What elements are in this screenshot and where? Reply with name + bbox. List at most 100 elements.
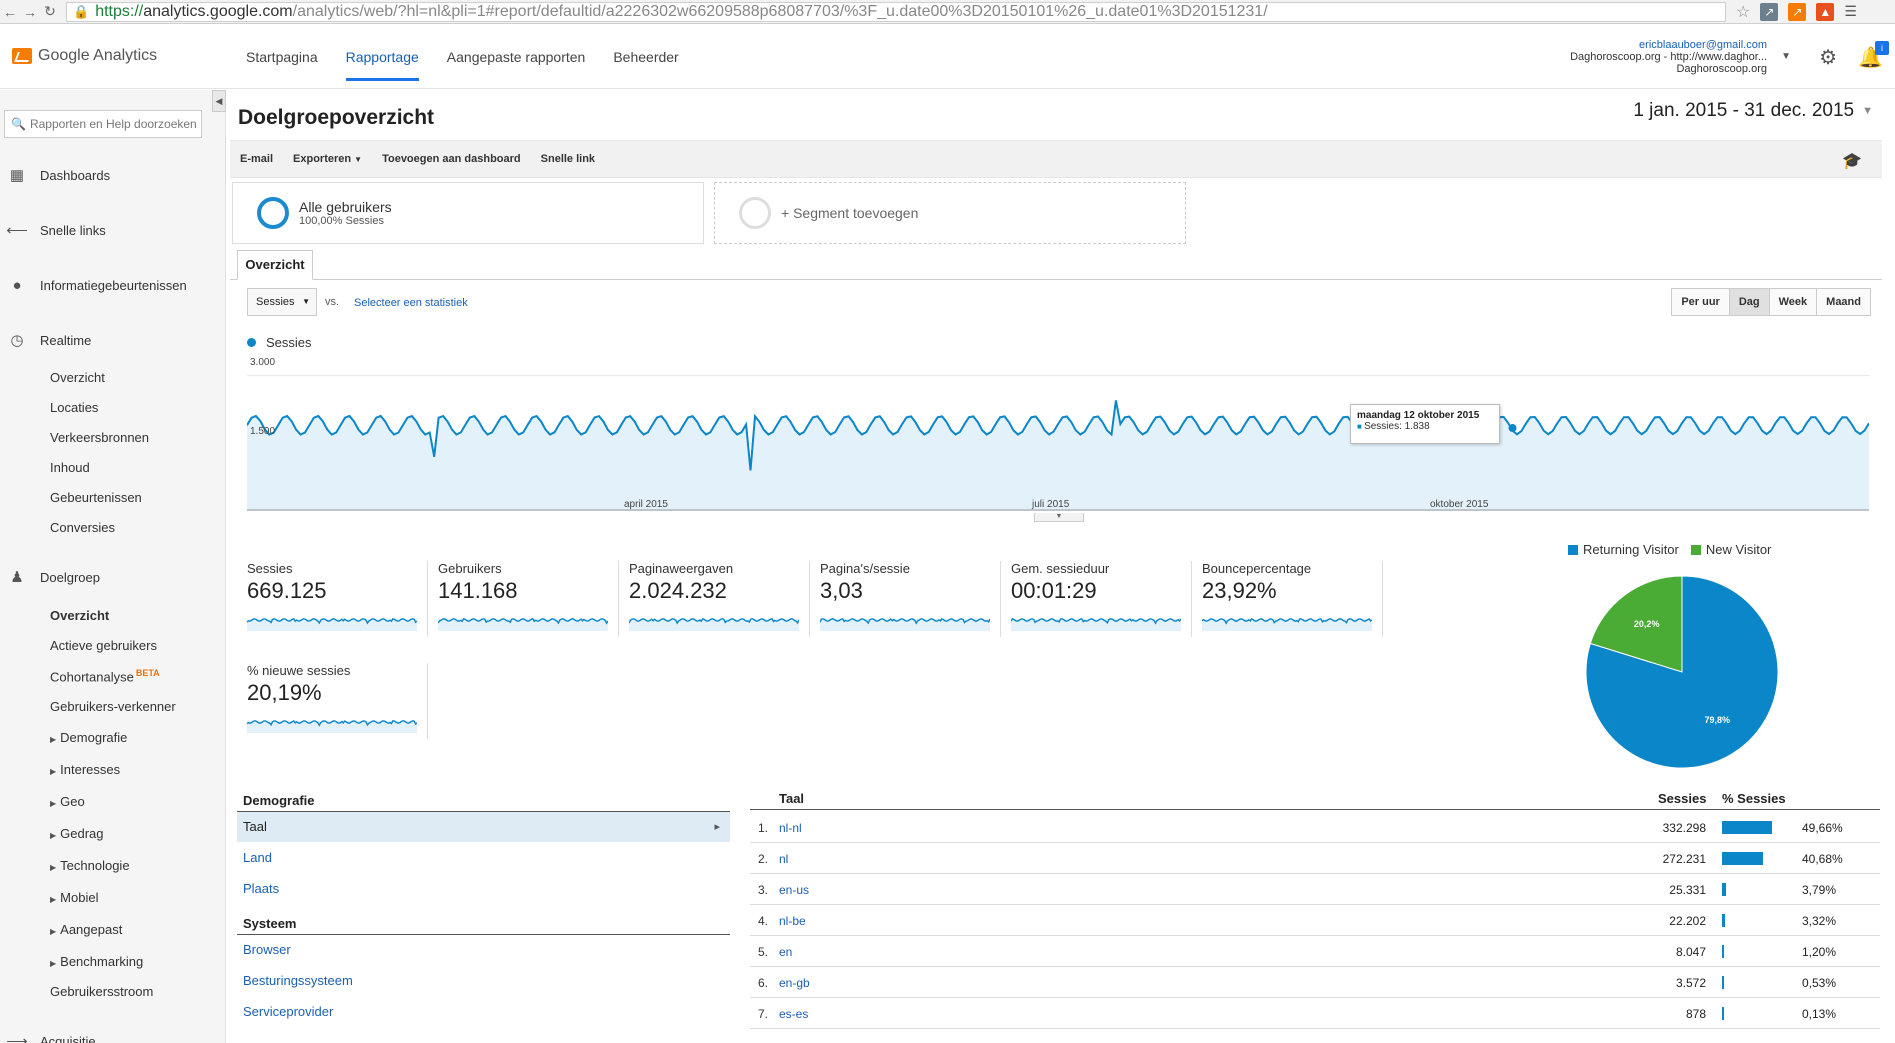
demo-item-browser[interactable]: Browser bbox=[237, 935, 730, 965]
metric-bounce-rate[interactable]: Bouncepercentage 23,92% bbox=[1202, 561, 1382, 637]
add-segment-button[interactable]: + Segment toevoegen bbox=[714, 182, 1186, 244]
sidebar-audience-technology[interactable]: ▶ Technologie bbox=[50, 858, 130, 873]
sidebar-item-dashboards[interactable]: ▦ Dashboards bbox=[8, 166, 110, 184]
reload-icon[interactable]: ↻ bbox=[40, 3, 60, 20]
url-scheme: https:// bbox=[95, 2, 144, 20]
row-language-link[interactable]: nl-be bbox=[779, 914, 806, 928]
metric-users[interactable]: Gebruikers 141.168 bbox=[438, 561, 618, 637]
date-range-value: 1 jan. 2015 - 31 dec. 2015 bbox=[1633, 100, 1855, 121]
metric-label: Paginaweergaven bbox=[629, 561, 734, 576]
search-input[interactable]: 🔍 Rapporten en Help doorzoeken bbox=[4, 110, 202, 138]
sidebar-item-audience[interactable]: ♟ Doelgroep bbox=[8, 568, 100, 586]
sidebar-audience-benchmarking[interactable]: ▶ Benchmarking bbox=[50, 954, 143, 969]
row-language-link[interactable]: en bbox=[779, 945, 792, 959]
demo-item-provider[interactable]: Serviceprovider bbox=[237, 997, 730, 1027]
metric-value: 669.125 bbox=[247, 578, 327, 603]
period-day-button[interactable]: Dag bbox=[1728, 288, 1770, 316]
tab-overview[interactable]: Overzicht bbox=[237, 250, 313, 280]
row-sessions: 332.298 bbox=[1662, 821, 1706, 835]
period-month-button[interactable]: Maand bbox=[1816, 288, 1871, 316]
chevron-down-icon[interactable]: ▼ bbox=[1781, 51, 1791, 62]
add-to-dashboard-button[interactable]: Toevoegen aan dashboard bbox=[382, 153, 521, 165]
account-switcher[interactable]: ericblaauboer@gmail.com Daghoroscoop.org… bbox=[1570, 39, 1767, 75]
sidebar-audience-user-flow[interactable]: Gebruikersstroom bbox=[50, 984, 153, 999]
extension-flame-icon[interactable]: ▲ bbox=[1816, 2, 1835, 21]
sidebar-realtime-overview[interactable]: Overzicht bbox=[50, 370, 105, 385]
date-range-picker[interactable]: 1 jan. 2015 - 31 dec. 2015 ▼ bbox=[1633, 100, 1873, 122]
table-header-pct-sessions[interactable]: % Sessies bbox=[1722, 791, 1786, 806]
back-arrow-icon[interactable]: ← bbox=[0, 4, 20, 20]
row-language-link[interactable]: en-gb bbox=[779, 976, 810, 990]
row-language-link[interactable]: nl bbox=[779, 852, 788, 866]
sidebar-item-label: Geo bbox=[60, 794, 85, 809]
report-toolbar: E-mail Exporteren ▼ Toevoegen aan dashbo… bbox=[230, 140, 1882, 178]
metric-pageviews[interactable]: Paginaweergaven 2.024.232 bbox=[629, 561, 809, 637]
graduation-cap-icon[interactable]: 🎓 bbox=[1842, 151, 1862, 171]
row-language-link[interactable]: es-es bbox=[779, 1007, 808, 1021]
sidebar-audience-interests[interactable]: ▶ Interesses bbox=[50, 762, 120, 777]
gear-icon[interactable]: ⚙ bbox=[1819, 45, 1837, 70]
nav-custom-reports[interactable]: Aangepaste rapporten bbox=[433, 25, 600, 89]
sidebar-audience-user-explorer[interactable]: Gebruikers-verkenner bbox=[50, 699, 176, 714]
sidebar-realtime-locations[interactable]: Locaties bbox=[50, 400, 98, 415]
forward-arrow-icon[interactable]: → bbox=[20, 4, 40, 20]
sidebar-audience-behavior[interactable]: ▶ Gedrag bbox=[50, 826, 104, 841]
sidebar-audience-custom[interactable]: ▶ Aangepast bbox=[50, 922, 122, 937]
sidebar-item-acquisition[interactable]: ⟶ Acquisitie bbox=[6, 1032, 95, 1043]
demo-item-country[interactable]: Land bbox=[237, 843, 730, 873]
period-week-button[interactable]: Week bbox=[1768, 288, 1818, 316]
sidebar-audience-mobile[interactable]: ▶ Mobiel bbox=[50, 890, 98, 905]
address-bar[interactable]: 🔒 https:// analytics.google.com /analyti… bbox=[66, 1, 1726, 22]
sidebar-realtime-traffic[interactable]: Verkeersbronnen bbox=[50, 430, 149, 445]
chart-resize-handle[interactable]: ▼ bbox=[1034, 513, 1084, 522]
metric-pages-per-session[interactable]: Pagina's/sessie 3,03 bbox=[820, 561, 1000, 637]
sidebar-item-label: Cohortanalyse bbox=[50, 669, 134, 685]
sidebar-audience-cohort[interactable]: Cohortanalyse BETA bbox=[50, 668, 160, 684]
nav-reporting[interactable]: Rapportage bbox=[332, 25, 433, 89]
sidebar-item-label: Demografie bbox=[60, 730, 128, 745]
star-icon[interactable]: ☆ bbox=[1736, 2, 1750, 22]
row-language-link[interactable]: nl-nl bbox=[779, 821, 802, 835]
sidebar-audience-demographics[interactable]: ▶ Demografie bbox=[50, 730, 127, 745]
metric-avg-session-duration[interactable]: Gem. sessieduur 00:01:29 bbox=[1011, 561, 1191, 637]
metric-new-sessions[interactable]: % nieuwe sessies 20,19% bbox=[247, 663, 427, 739]
sidebar-item-shortcuts[interactable]: ⟵ Snelle links bbox=[6, 221, 106, 239]
ga-logo[interactable]: Google Analytics bbox=[12, 47, 157, 65]
sidebar-collapse-button[interactable]: ◀ bbox=[212, 90, 226, 112]
email-button[interactable]: E-mail bbox=[240, 153, 273, 165]
demo-item-language[interactable]: Taal ▸ bbox=[237, 812, 730, 842]
sidebar-realtime-content[interactable]: Inhoud bbox=[50, 460, 90, 475]
sidebar-item-realtime[interactable]: ◷ Realtime bbox=[8, 331, 91, 349]
export-button[interactable]: Exporteren ▼ bbox=[293, 153, 362, 165]
sessions-line-chart[interactable] bbox=[247, 353, 1869, 511]
sidebar-audience-geo[interactable]: ▶ Geo bbox=[50, 794, 85, 809]
row-pct-sessions: 49,66% bbox=[1802, 821, 1843, 835]
row-language-link[interactable]: en-us bbox=[779, 883, 809, 897]
search-icon: 🔍 bbox=[11, 117, 26, 131]
row-sessions: 3.572 bbox=[1675, 976, 1706, 990]
visitor-type-pie-chart[interactable]: 20,2% 79,8% bbox=[1582, 572, 1782, 772]
sidebar-audience-overview[interactable]: Overzicht bbox=[50, 608, 109, 623]
menu-icon[interactable]: ☰ bbox=[1844, 3, 1857, 20]
table-header-sessions[interactable]: Sessies bbox=[1658, 791, 1706, 806]
period-hour-button[interactable]: Per uur bbox=[1671, 288, 1730, 316]
y-tick-3000: 3.000 bbox=[250, 357, 276, 368]
metric-sparkline bbox=[1011, 617, 1181, 631]
metric-dropdown[interactable]: Sessies ▼ bbox=[247, 288, 317, 316]
select-stat-link[interactable]: Selecteer een statistiek bbox=[354, 297, 468, 309]
sidebar-realtime-conversions[interactable]: Conversies bbox=[50, 520, 115, 535]
triangle-right-icon: ▶ bbox=[50, 863, 57, 872]
shortcut-button[interactable]: Snelle link bbox=[541, 153, 595, 165]
extension-analytics-icon[interactable]: ↗ bbox=[1788, 2, 1807, 21]
sidebar-audience-active-users[interactable]: Actieve gebruikers bbox=[50, 638, 157, 653]
demographics-heading: Demografie bbox=[243, 793, 315, 808]
demo-item-city[interactable]: Plaats bbox=[237, 874, 730, 904]
demo-item-os[interactable]: Besturingssysteem bbox=[237, 966, 730, 996]
sidebar-item-intelligence[interactable]: ● Informatiegebeurtenissen bbox=[8, 276, 186, 294]
nav-home[interactable]: Startpagina bbox=[232, 25, 332, 89]
extension-chart-icon[interactable]: ↗ bbox=[1760, 2, 1779, 21]
metric-sessions[interactable]: Sessies 669.125 bbox=[247, 561, 427, 637]
sidebar-realtime-events[interactable]: Gebeurtenissen bbox=[50, 490, 142, 505]
nav-admin[interactable]: Beheerder bbox=[599, 25, 692, 89]
segment-all-users[interactable]: Alle gebruikers 100,00% Sessies bbox=[232, 182, 704, 244]
